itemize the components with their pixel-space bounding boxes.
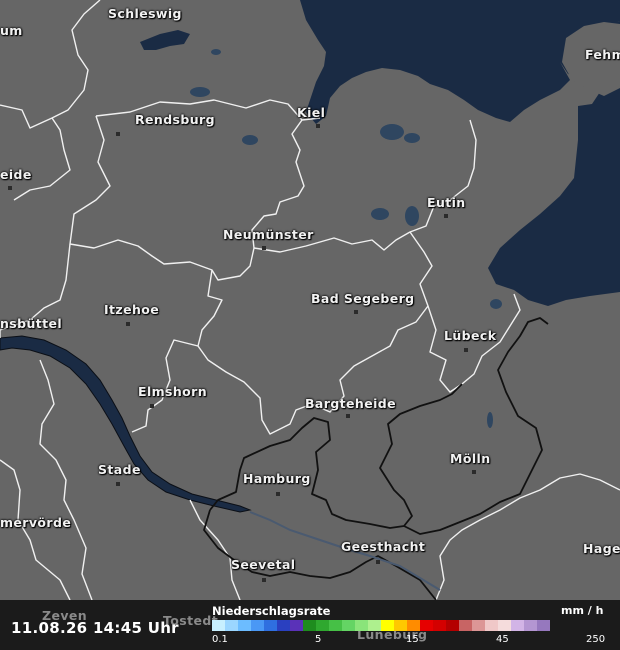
radar-map-view: Schleswig um Fehm Kiel Rendsburg eide Eu… (0, 0, 620, 650)
legend-tick-2: 15 (406, 634, 419, 645)
city-label-fehmarn: Fehm (585, 47, 620, 62)
city-label-elmshorn: Elmshorn (138, 384, 208, 399)
legend-tick-0: 0.1 (212, 634, 228, 645)
city-marker (354, 310, 358, 314)
city-marker (346, 414, 350, 418)
legend-tick-1: 5 (315, 634, 322, 645)
city-label-stade: Stade (98, 462, 141, 477)
legend-tick-4: 250 (586, 634, 606, 645)
city-marker (376, 560, 380, 564)
legend-unit: mm / h (561, 604, 604, 617)
city-label-geesthacht: Geesthacht (341, 539, 426, 554)
city-marker (472, 470, 476, 474)
city-label-husum: um (0, 23, 23, 38)
city-label-heide: eide (0, 167, 32, 182)
scale-swatch-3 (251, 620, 264, 631)
scale-swatch-5 (277, 620, 290, 631)
precipitation-color-scale (212, 620, 550, 631)
scale-swatch-12 (368, 620, 381, 631)
scale-swatch-4 (264, 620, 277, 631)
city-label-bremervoerde: mervörde (0, 515, 72, 530)
scale-swatch-20 (472, 620, 485, 631)
scale-swatch-14 (394, 620, 407, 631)
legend-title: Niederschlagsrate (212, 604, 331, 618)
city-label-schleswig: Schleswig (108, 6, 182, 21)
scale-swatch-21 (485, 620, 498, 631)
city-marker (116, 132, 120, 136)
scale-swatch-7 (303, 620, 316, 631)
scale-swatch-0 (212, 620, 225, 631)
timestamp: 11.08.26 14:45 Uhr (11, 619, 179, 637)
city-label-brunsbuettel: nsbüttel (0, 316, 63, 331)
scale-swatch-25 (537, 620, 550, 631)
scale-swatch-22 (498, 620, 511, 631)
city-marker (126, 322, 130, 326)
city-marker (262, 246, 266, 250)
city-marker (8, 186, 12, 190)
city-marker (116, 482, 120, 486)
city-label-hamburg: Hamburg (243, 471, 311, 486)
scale-swatch-16 (420, 620, 433, 631)
city-marker (316, 124, 320, 128)
map-canvas (0, 0, 620, 650)
city-label-bad-segeberg: Bad Segeberg (311, 291, 415, 306)
city-label-kiel: Kiel (297, 105, 326, 120)
city-label-hagen: Hagen (583, 541, 620, 556)
city-label-moelln: Mölln (450, 451, 491, 466)
scale-swatch-23 (511, 620, 524, 631)
city-marker (262, 578, 266, 582)
city-label-luebeck: Lübeck (444, 328, 497, 343)
city-label-seevetal: Seevetal (231, 557, 296, 572)
scale-swatch-19 (459, 620, 472, 631)
city-label-rendsburg: Rendsburg (135, 112, 215, 127)
legend-tick-3: 45 (496, 634, 509, 645)
scale-swatch-24 (524, 620, 537, 631)
scale-swatch-2 (238, 620, 251, 631)
city-label-itzehoe: Itzehoe (104, 302, 160, 317)
scale-swatch-17 (433, 620, 446, 631)
city-marker (276, 492, 280, 496)
city-label-eutin: Eutin (427, 195, 466, 210)
scale-swatch-9 (329, 620, 342, 631)
city-label-bargteheide: Bargteheide (305, 396, 397, 411)
scale-swatch-11 (355, 620, 368, 631)
city-marker (444, 214, 448, 218)
city-label-neumuenster: Neumünster (223, 227, 314, 242)
scale-swatch-18 (446, 620, 459, 631)
city-marker (150, 404, 154, 408)
scale-swatch-1 (225, 620, 238, 631)
scale-swatch-8 (316, 620, 329, 631)
scale-swatch-6 (290, 620, 303, 631)
city-marker (464, 348, 468, 352)
scale-swatch-10 (342, 620, 355, 631)
scale-swatch-15 (407, 620, 420, 631)
scale-swatch-13 (381, 620, 394, 631)
